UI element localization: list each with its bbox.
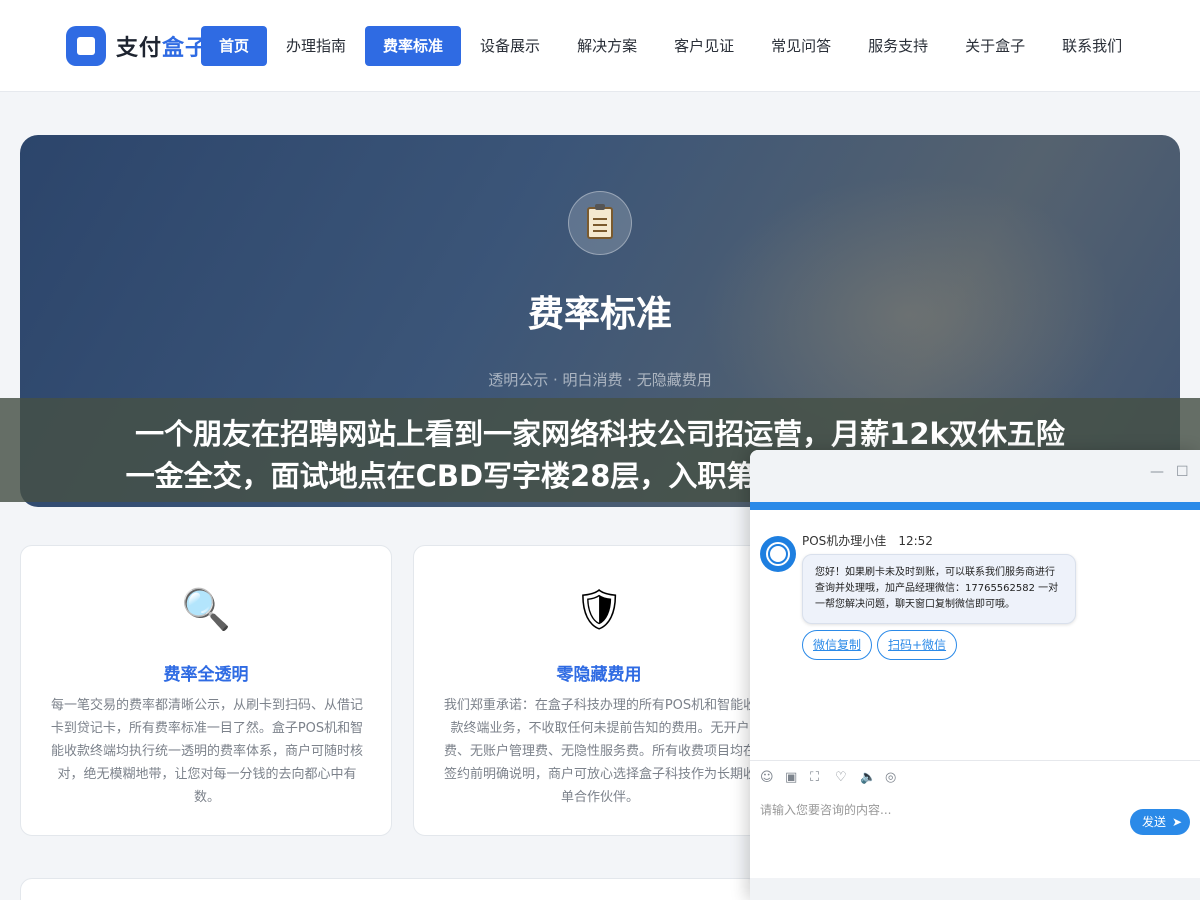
chat-message-input[interactable]	[760, 800, 1120, 820]
screenshot-icon[interactable]: ⛶	[810, 770, 835, 785]
send-icon: ➤	[1171, 815, 1182, 829]
site-logo[interactable]: 支付盒子	[66, 26, 208, 66]
nav-item-support[interactable]: 服务支持	[850, 26, 946, 66]
card-title: 费率全透明	[163, 665, 249, 685]
sound-icon[interactable]: 🔈	[860, 770, 885, 785]
send-label: 发送	[1142, 815, 1167, 829]
card-text: 每一笔交易的费率都清晰公示，从刷卡到扫码、从借记卡到贷记卡，所有费率标准一目了然…	[50, 698, 364, 805]
shield-icon: 🛡	[573, 587, 625, 633]
nav-item-contact[interactable]: 联系我们	[1044, 26, 1140, 66]
send-button[interactable]: 发送 ➤	[1130, 809, 1190, 835]
card-title: 零隐藏费用	[556, 665, 642, 685]
clipboard-icon	[568, 191, 632, 255]
wechat-icon[interactable]: ◎	[885, 770, 910, 785]
chat-divider	[750, 760, 1200, 761]
chat-footer	[750, 878, 1200, 900]
lower-section-card	[20, 878, 760, 900]
chat-header: — ☐	[750, 450, 1200, 502]
agent-name-line: POS机办理小佳 12:52	[802, 532, 933, 549]
chat-toolbar: ☺ ▣ ⛶ ♡ 🔈 ◎	[760, 770, 910, 785]
scan-wechat-button[interactable]: 扫码+微信	[877, 630, 958, 660]
chat-widget: — ☐ POS机办理小佳 12:52 您好！如果刷卡未及时到账，可以联系我们服务商…	[750, 450, 1200, 900]
hero-title: 费率标准	[527, 294, 672, 335]
minimize-icon[interactable]: —	[1150, 464, 1164, 480]
nav-item-testimonials[interactable]: 客户见证	[656, 26, 752, 66]
nav-item-guide[interactable]: 办理指南	[268, 26, 364, 66]
nav-item-devices[interactable]: 设备展示	[462, 26, 558, 66]
maximize-icon[interactable]: ☐	[1176, 464, 1189, 480]
agent-name: POS机办理小佳	[802, 534, 887, 548]
feature-card-no-hidden-fees: 🛡 零隐藏费用 我们郑重承诺：在盒子科技办理的所有POS机和智能收款终端业务，不…	[413, 545, 785, 836]
chat-accent-bar	[750, 502, 1200, 510]
nav-item-about[interactable]: 关于盒子	[947, 26, 1043, 66]
logo-icon	[66, 26, 106, 66]
message-time: 12:52	[898, 534, 933, 548]
card-text: 我们郑重承诺：在盒子科技办理的所有POS机和智能收款终端业务，不收取任何未提前告…	[443, 698, 757, 805]
nav-item-home[interactable]: 首页	[201, 26, 268, 66]
agent-message: 您好！如果刷卡未及时到账，可以联系我们服务商进行查询并处理哦，加产品经理微信：1…	[802, 554, 1076, 624]
caption-line-1: 一个朋友在招聘网站上看到一家网络科技公司招运营，月薪12k双休五险	[135, 417, 1065, 451]
agent-avatar	[760, 536, 796, 572]
hero-subtitle: 透明公示 · 明白消费 · 无隐藏费用	[488, 371, 712, 389]
copy-wechat-button[interactable]: 微信复制	[802, 630, 873, 660]
nav-item-solutions[interactable]: 解决方案	[559, 26, 655, 66]
logo-text: 支付盒子	[116, 36, 209, 61]
nav-item-rates[interactable]: 费率标准	[365, 26, 462, 66]
emoji-icon[interactable]: ☺	[760, 770, 785, 785]
rate-icon[interactable]: ♡	[835, 770, 860, 785]
nav-item-faq[interactable]: 常见问答	[753, 26, 849, 66]
site-header: 支付盒子 首页 办理指南 费率标准 设备展示 解决方案 客户见证 常见问答 服务…	[0, 0, 1200, 92]
page: 支付盒子 首页 办理指南 费率标准 设备展示 解决方案 客户见证 常见问答 服务…	[0, 0, 1200, 900]
main-nav: 首页 办理指南 费率标准 设备展示 解决方案 客户见证 常见问答 服务支持 关于…	[201, 26, 1141, 66]
image-icon[interactable]: ▣	[785, 770, 810, 785]
feature-card-transparent: 🔍 费率全透明 每一笔交易的费率都清晰公示，从刷卡到扫码、从借记卡到贷记卡，所有…	[20, 545, 392, 836]
magnifier-icon: 🔍	[181, 587, 231, 633]
